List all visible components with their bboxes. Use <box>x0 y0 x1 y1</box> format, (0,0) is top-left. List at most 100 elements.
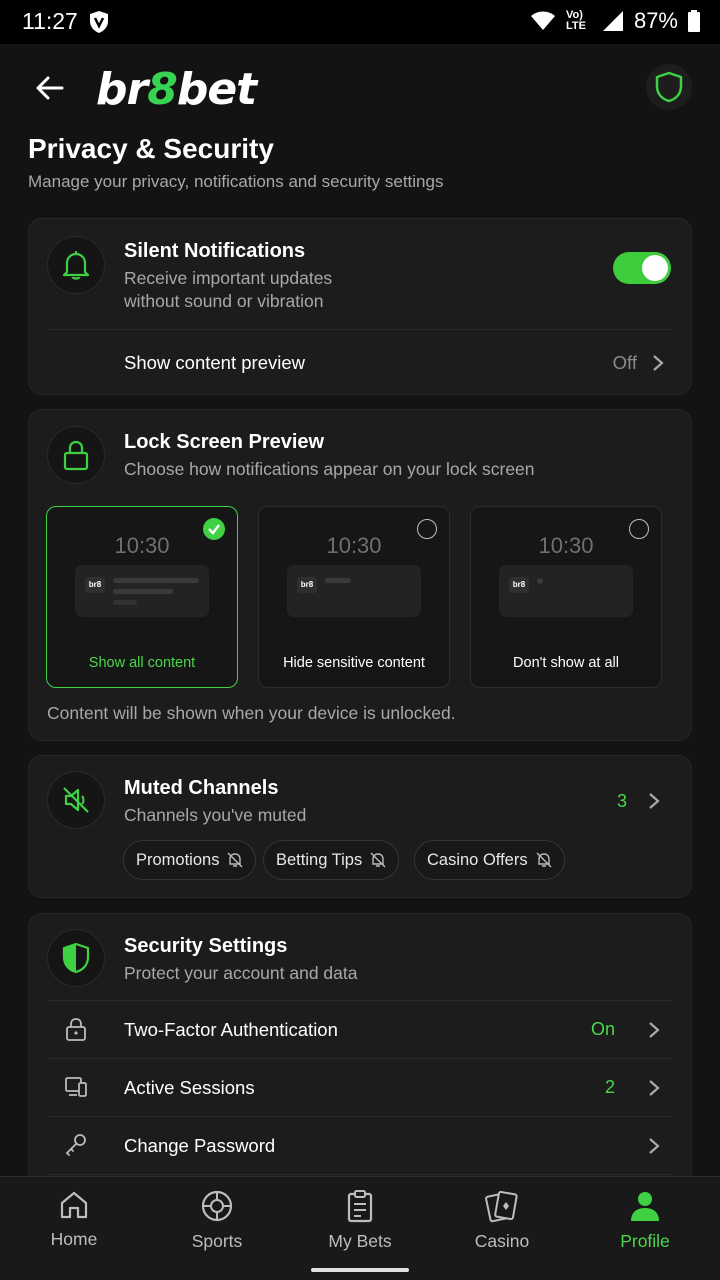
chevron-right-icon[interactable] <box>647 1020 661 1040</box>
status-time: 11:27 <box>22 8 78 34</box>
option-hide-sensitive[interactable]: 10:30 br8 Hide sensitive content <box>258 506 450 688</box>
chip-label: Casino Offers <box>427 850 528 869</box>
app-screen: 11:27 Vo) LTE 87% br8bet Privacy & Secur… <box>0 0 720 1280</box>
nav-label: Casino <box>474 1231 530 1251</box>
muted-channels-title: Muted Channels <box>124 777 279 799</box>
status-right: Vo) LTE 87% <box>530 8 700 34</box>
security-settings-card: Security Settings Protect your account a… <box>28 913 692 1203</box>
bell-off-icon <box>227 852 243 868</box>
nav-home[interactable]: Home <box>19 1189 129 1250</box>
chevron-right-icon[interactable] <box>651 353 665 373</box>
mini-logo: br8 <box>297 577 317 593</box>
bell-off-icon <box>536 852 552 868</box>
muted-channels-desc: Channels you've muted <box>124 805 307 825</box>
toggle-knob <box>642 255 668 281</box>
silent-notifications-card: Silent Notifications Receive important u… <box>28 218 692 395</box>
network-label: Vo) LTE <box>565 9 586 32</box>
shield-half-icon <box>62 942 90 974</box>
nav-my-bets[interactable]: My Bets <box>305 1189 415 1252</box>
brand-logo: br8bet <box>96 64 257 115</box>
back-arrow-icon[interactable] <box>30 68 70 108</box>
chip-betting-tips[interactable]: Betting Tips <box>263 840 400 880</box>
lock-icon <box>66 1018 86 1041</box>
preview-value: Off <box>612 352 637 373</box>
home-indicator[interactable] <box>311 1268 409 1272</box>
chevron-right-icon[interactable] <box>647 1078 661 1098</box>
lock-screen-preview-card: Lock Screen Preview Choose how notificat… <box>28 409 692 741</box>
nav-label: Sports <box>191 1231 243 1251</box>
bottom-nav: Home Sports My Bets Casino Profile <box>0 1176 720 1280</box>
muted-icon-wrap <box>47 771 105 829</box>
security-desc: Protect your account and data <box>124 963 358 983</box>
page-subtitle: Manage your privacy, notifications and s… <box>28 172 444 191</box>
security-icon-wrap <box>47 929 105 987</box>
chevron-right-icon[interactable] <box>647 791 661 811</box>
battery-icon <box>688 10 700 32</box>
nav-label: Profile <box>620 1231 670 1251</box>
two-factor-row[interactable]: Two-Factor Authentication <box>124 1019 338 1041</box>
divider <box>47 1116 673 1117</box>
chip-promotions[interactable]: Promotions <box>123 840 257 880</box>
security-title: Security Settings <box>124 935 288 957</box>
radio-button[interactable] <box>417 519 437 539</box>
show-content-preview-row[interactable]: Show content preview <box>124 352 305 374</box>
silent-notifications-toggle[interactable] <box>613 252 671 284</box>
option-label: Don't show at all <box>513 655 619 671</box>
two-factor-value: On <box>590 1019 615 1039</box>
preview-notification: br8 <box>75 565 209 617</box>
vpn-shield-icon <box>90 11 108 33</box>
mini-logo: br8 <box>85 577 105 593</box>
app-header: br8bet <box>0 44 720 130</box>
lock-icon-wrap <box>47 426 105 484</box>
divider <box>47 329 673 330</box>
devices-icon <box>65 1077 87 1097</box>
lock-icon <box>63 440 89 471</box>
text-bar <box>113 589 173 594</box>
nav-profile[interactable]: Profile <box>590 1189 700 1252</box>
lock-screen-desc: Choose how notifications appear on your … <box>124 459 535 479</box>
option-label: Hide sensitive content <box>283 655 425 671</box>
change-password-row[interactable]: Change Password <box>124 1135 275 1157</box>
silent-notifications-title: Silent Notifications <box>124 240 306 262</box>
speaker-muted-icon <box>63 787 89 813</box>
signal-icon <box>602 11 623 31</box>
text-bar <box>113 578 199 583</box>
radio-button[interactable] <box>629 519 649 539</box>
lock-screen-title: Lock Screen Preview <box>124 431 325 453</box>
check-icon <box>203 518 225 540</box>
home-icon <box>60 1191 88 1219</box>
chip-casino-offers[interactable]: Casino Offers <box>414 840 565 880</box>
status-bar: 11:27 Vo) LTE 87% <box>0 0 720 44</box>
user-icon <box>631 1192 659 1221</box>
active-sessions-row[interactable]: Active Sessions <box>124 1077 255 1099</box>
key-icon <box>65 1134 86 1156</box>
chevron-right-icon[interactable] <box>647 1136 661 1156</box>
divider <box>47 1000 673 1001</box>
security-shield-button[interactable] <box>646 64 692 110</box>
nav-casino[interactable]: Casino <box>447 1189 557 1252</box>
cards-icon <box>485 1190 518 1223</box>
battery-percent: 87% <box>633 8 678 33</box>
nav-label: My Bets <box>328 1231 392 1251</box>
active-sessions-value: 2 <box>604 1077 615 1097</box>
dot <box>537 578 543 584</box>
preview-notification: br8 <box>499 565 633 617</box>
wifi-icon <box>530 11 555 30</box>
preview-notification: br8 <box>287 565 421 617</box>
text-bar <box>325 578 351 583</box>
mini-logo: br8 <box>509 577 529 593</box>
bell-icon <box>62 251 90 280</box>
text-bar <box>113 600 137 605</box>
option-label: Show all content <box>88 655 196 671</box>
option-dont-show[interactable]: 10:30 br8 Don't show at all <box>470 506 662 688</box>
muted-count: 3 <box>616 791 627 811</box>
bell-icon-wrap <box>47 236 105 294</box>
divider <box>47 1174 673 1175</box>
silent-notifications-desc-1: Receive important updates <box>124 268 333 288</box>
option-show-all[interactable]: 10:30 br8 Show all content <box>46 506 238 688</box>
chip-label: Promotions <box>136 850 220 869</box>
nav-label: Home <box>50 1229 98 1249</box>
page-title: Privacy & Security <box>28 133 274 164</box>
nav-sports[interactable]: Sports <box>162 1189 272 1252</box>
lock-screen-footer: Content will be shown when your device i… <box>47 703 456 723</box>
